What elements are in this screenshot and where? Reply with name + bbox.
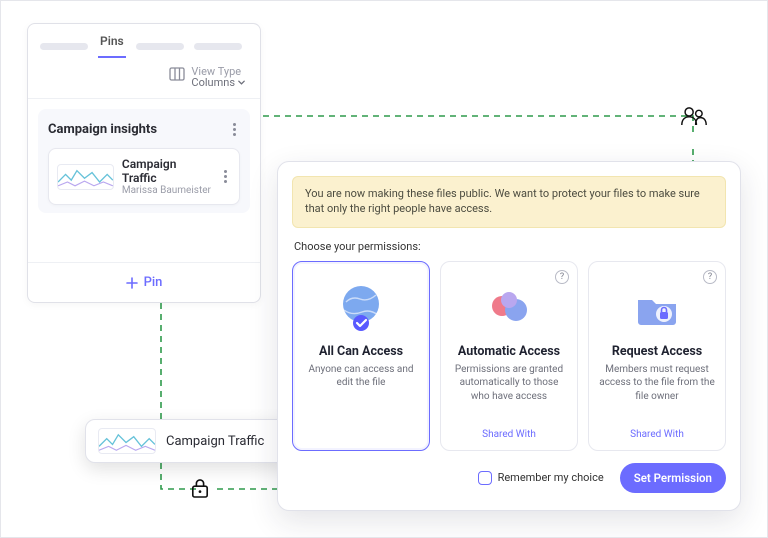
insights-title: Campaign insights (48, 122, 157, 137)
remember-label: Remember my choice (498, 471, 604, 484)
chart-thumbnail-icon (98, 428, 156, 454)
people-icon (681, 105, 707, 127)
more-menu-button[interactable] (220, 166, 231, 187)
chart-thumbnail-icon (57, 164, 114, 190)
view-type-selector[interactable]: View Type Columns (28, 58, 260, 99)
modal-footer: Remember my choice Set Permission (292, 463, 726, 493)
option-all-can-access[interactable]: All Can Access Anyone can access and edi… (292, 261, 430, 451)
permissions-modal: You are now making these files public. W… (277, 161, 741, 511)
checkbox-icon (478, 471, 492, 485)
set-permission-button[interactable]: Set Permission (620, 463, 726, 493)
more-menu-button[interactable] (229, 119, 240, 140)
tab-placeholder[interactable] (40, 43, 88, 50)
app-canvas: Pins View Type Columns Campaign insights (0, 0, 768, 538)
option-title: All Can Access (319, 344, 403, 359)
dragged-pin-label: Campaign Traffic (166, 434, 264, 449)
team-icon (482, 280, 536, 334)
option-title: Automatic Access (458, 344, 560, 359)
columns-icon (169, 66, 185, 82)
pin-button-label: Pin (144, 275, 163, 290)
shared-with-link[interactable]: Shared With (482, 419, 536, 440)
plus-icon (126, 277, 138, 289)
warning-banner: You are now making these files public. W… (292, 176, 726, 228)
pin-item[interactable]: Campaign Traffic Marissa Baumeister (48, 148, 240, 205)
option-request-access[interactable]: ? Request Access Members must request ac… (588, 261, 726, 451)
tab-placeholder[interactable] (136, 43, 184, 50)
option-desc: Permissions are granted automatically to… (451, 363, 567, 404)
globe-icon (334, 280, 388, 334)
permission-options: All Can Access Anyone can access and edi… (292, 261, 726, 451)
pin-button-row: Pin (28, 262, 260, 302)
folder-lock-icon (630, 280, 684, 334)
pin-item-title: Campaign Traffic (122, 157, 212, 185)
option-desc: Members must request access to the file … (599, 363, 715, 404)
chevron-down-icon (237, 78, 246, 87)
tab-placeholder[interactable] (194, 43, 242, 50)
insights-card: Campaign insights Campaign Traffic Maris… (38, 109, 250, 213)
help-icon[interactable]: ? (555, 270, 569, 284)
pin-item-author: Marissa Baumeister (122, 185, 212, 196)
option-desc: Anyone can access and edit the file (303, 363, 419, 390)
pin-button[interactable]: Pin (126, 275, 163, 290)
help-icon[interactable]: ? (703, 270, 717, 284)
option-automatic-access[interactable]: ? Automatic Access Permissions are grant… (440, 261, 578, 451)
remember-checkbox[interactable]: Remember my choice (478, 471, 604, 485)
choose-permissions-label: Choose your permissions: (294, 240, 724, 253)
view-type-value: Columns (191, 77, 235, 88)
pins-tabs: Pins (28, 24, 260, 58)
pins-panel: Pins View Type Columns Campaign insights (27, 23, 261, 303)
tab-pins[interactable]: Pins (98, 34, 126, 58)
shared-with-link[interactable]: Shared With (630, 419, 684, 440)
option-title: Request Access (612, 344, 702, 359)
lock-icon (191, 477, 209, 499)
